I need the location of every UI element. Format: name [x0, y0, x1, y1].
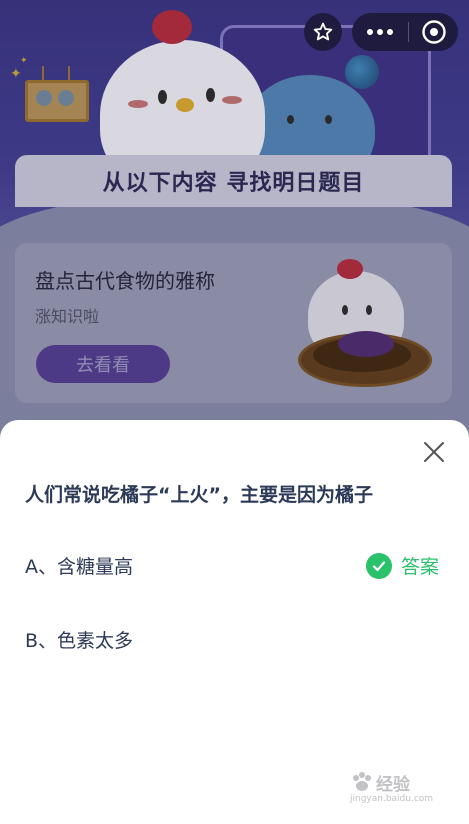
medal-frame-illustration [25, 80, 89, 122]
chicken-comb [152, 10, 192, 44]
ellipsis-icon [367, 29, 393, 35]
card-subtitle: 涨知识啦 [35, 307, 100, 326]
chicken-eye [158, 90, 167, 104]
quiz-option-b[interactable]: B、色素太多 [25, 626, 133, 653]
mini-program-capsule [352, 13, 458, 51]
circle-close-icon [421, 20, 446, 44]
sparkle-icon: ✦ [10, 66, 22, 82]
answer-badge: 答案 [366, 552, 439, 579]
chicken-beak [176, 98, 194, 112]
watermark-text: 经验 [376, 775, 410, 795]
close-miniprogram-button[interactable] [409, 19, 458, 45]
food-illustration [338, 331, 394, 357]
article-card[interactable]: 盘点古代食物的雅称 涨知识啦 去看看 [15, 243, 452, 403]
banner-title: 从以下内容 寻找明日题目 [102, 171, 365, 196]
check-circle-icon [366, 552, 392, 579]
watermark-url: jingyan.baidu.com [350, 794, 434, 804]
sparkle-icon: ✦ [20, 56, 28, 66]
hint-banner: 从以下内容 寻找明日题目 [15, 155, 452, 207]
chicken-eye [206, 88, 215, 102]
globe-icon [345, 55, 379, 89]
go-see-button[interactable]: 去看看 [36, 345, 170, 383]
quiz-close-button[interactable] [422, 440, 446, 464]
answer-label: 答案 [401, 556, 440, 578]
medal-icon [58, 90, 74, 106]
baidu-watermark: 经验 jingyan.baidu.com [350, 770, 450, 810]
card-title: 盘点古代食物的雅称 [35, 269, 215, 293]
favorite-button[interactable] [304, 13, 342, 51]
chicken-comb [337, 259, 363, 279]
quiz-question: 人们常说吃橘子“上火”，主要是因为橘子 [25, 484, 373, 506]
paw-icon [353, 772, 371, 791]
more-button[interactable] [352, 28, 408, 36]
star-outline-icon [313, 22, 333, 41]
chicken-cheek [128, 100, 148, 108]
quiz-option-a[interactable]: A、含糖量高 [25, 552, 133, 579]
medal-icon [36, 90, 52, 106]
chicken-cheek [222, 96, 242, 104]
close-x-icon [424, 442, 444, 462]
